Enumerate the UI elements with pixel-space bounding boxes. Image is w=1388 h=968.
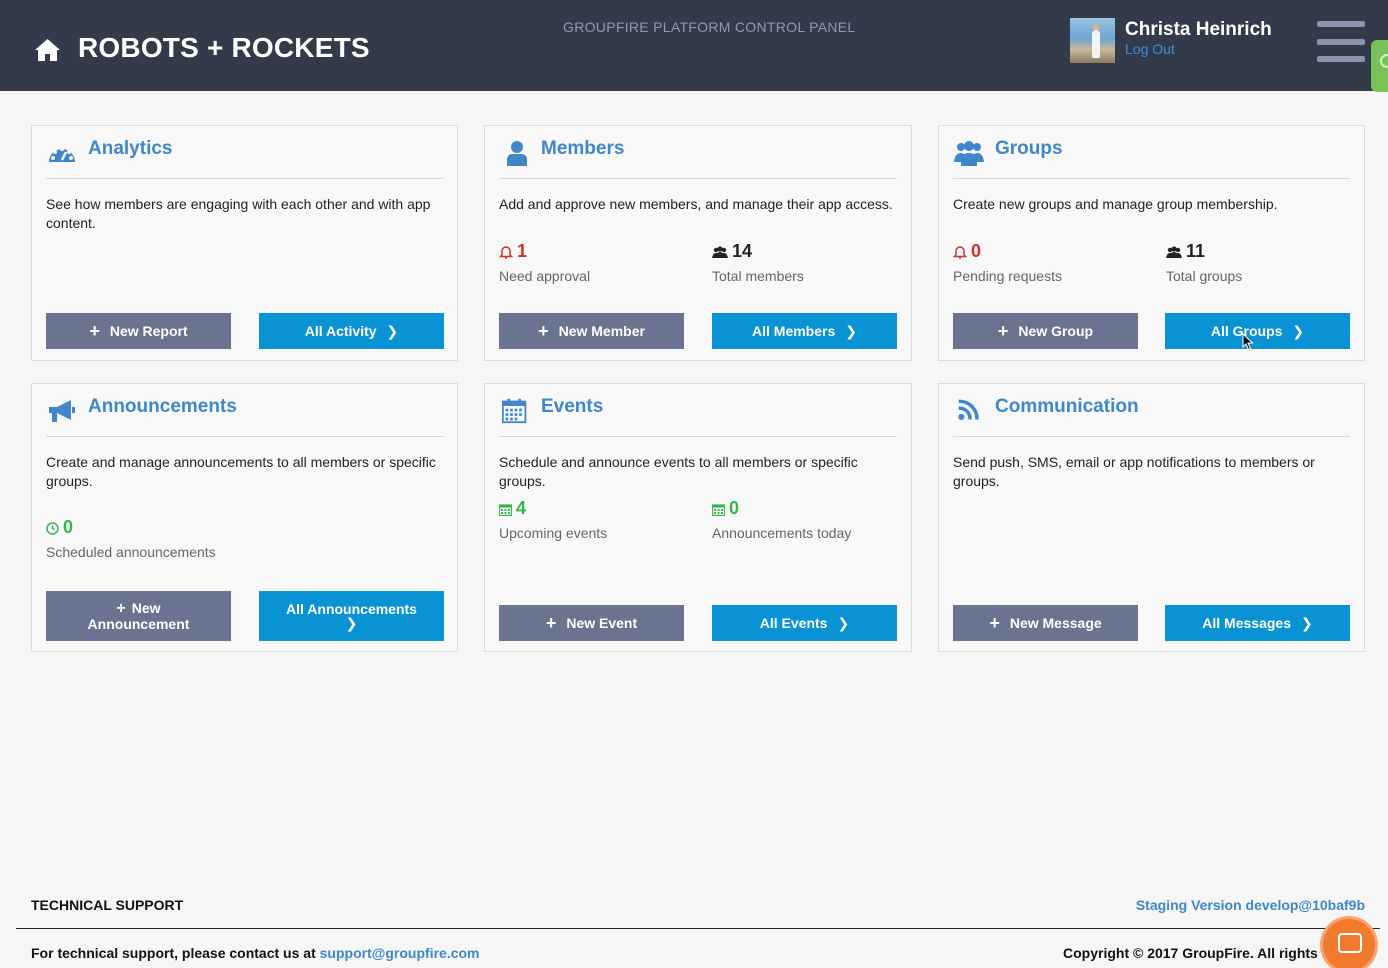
all-members-button[interactable]: All Members ❯ — [712, 313, 897, 349]
all-activity-button[interactable]: All Activity ❯ — [259, 313, 444, 349]
mouse-cursor-icon — [1242, 333, 1254, 351]
need-approval-stat: 1 Need approval — [499, 241, 591, 284]
footer-divider — [16, 928, 1380, 929]
avatar[interactable] — [1070, 18, 1115, 63]
hamburger-menu-icon[interactable] — [1317, 21, 1365, 63]
bell-icon — [499, 246, 513, 260]
all-groups-button[interactable]: All Groups ❯ — [1165, 313, 1350, 349]
logout-link[interactable]: Log Out — [1125, 41, 1175, 57]
card-header: Analytics — [46, 126, 443, 179]
card-description: Add and approve new members, and manage … — [499, 196, 893, 212]
brand-title[interactable]: ROBOTS + ROCKETS — [78, 32, 370, 64]
total-groups-stat: 11 Total groups — [1166, 241, 1243, 284]
chat-launcher-icon[interactable] — [1320, 916, 1378, 968]
users-group-icon — [954, 141, 984, 166]
users-icon — [712, 246, 728, 258]
all-messages-button[interactable]: All Messages ❯ — [1165, 605, 1350, 641]
feedback-tab[interactable] — [1371, 40, 1388, 92]
card-title[interactable]: Announcements — [88, 396, 237, 418]
bell-icon — [953, 246, 967, 260]
card-header: Events — [499, 384, 897, 437]
copyright-text: Copyright © 2017 GroupFire. All rights r… — [1063, 945, 1323, 961]
card-description: Create new groups and manage group membe… — [953, 196, 1278, 212]
version-label: Staging Version develop@10baf9b — [1135, 897, 1365, 913]
clock-icon — [46, 522, 59, 535]
card-title[interactable]: Groups — [995, 138, 1063, 160]
card-header: Communication — [953, 384, 1350, 437]
new-member-button[interactable]: + New Member — [499, 313, 684, 349]
card-header: Groups — [953, 126, 1350, 179]
chevron-right-icon: ❯ — [845, 322, 857, 339]
plus-icon: + — [989, 613, 1000, 633]
card-description: Send push, SMS, email or app notificatio… — [953, 454, 1315, 489]
new-event-button[interactable]: + New Event — [499, 605, 684, 641]
megaphone-icon — [49, 400, 75, 422]
card-description: Schedule and announce events to all memb… — [499, 454, 858, 489]
upcoming-events-stat: 4 Upcoming events — [499, 498, 608, 541]
rss-feed-icon — [958, 399, 979, 420]
card-description: Create and manage announcements to all m… — [46, 454, 436, 489]
support-text: For technical support, please contact us… — [31, 945, 480, 961]
card-title[interactable]: Communication — [995, 396, 1139, 418]
scheduled-announcements-stat: 0 Scheduled announcements — [46, 517, 216, 560]
card-title[interactable]: Members — [541, 138, 624, 160]
dashboard-gauge-icon — [49, 147, 75, 162]
groups-card: Groups Create new groups and manage grou… — [938, 125, 1365, 361]
all-announcements-button[interactable]: All Announcements ❯ — [259, 591, 444, 641]
new-announcement-button[interactable]: + New Announcement — [46, 591, 231, 641]
chevron-right-icon: ❯ — [345, 615, 358, 631]
calendar-icon — [499, 504, 512, 516]
calendar-icon — [712, 504, 725, 516]
card-title[interactable]: Events — [541, 396, 603, 418]
user-name: Christa Heinrich — [1125, 19, 1272, 40]
pending-requests-stat: 0 Pending requests — [953, 241, 1062, 284]
card-title[interactable]: Analytics — [88, 138, 172, 160]
card-header: Members — [499, 126, 897, 179]
chevron-right-icon: ❯ — [386, 322, 399, 339]
card-header: Announcements — [46, 384, 443, 437]
plus-icon: + — [538, 321, 549, 341]
new-group-button[interactable]: + New Group — [953, 313, 1138, 349]
total-members-stat: 14 Total members — [712, 241, 804, 284]
card-description: See how members are engaging with each o… — [46, 196, 431, 231]
chevron-right-icon: ❯ — [1300, 614, 1313, 631]
announcements-card: Announcements Create and manage announce… — [31, 383, 458, 652]
plus-icon: + — [116, 600, 126, 617]
chevron-right-icon: ❯ — [837, 614, 850, 631]
calendar-icon — [502, 398, 527, 424]
top-header: ROBOTS + ROCKETS GROUPFIRE PLATFORM CONT… — [0, 0, 1388, 92]
support-email-link[interactable]: support@groupfire.com — [320, 945, 480, 961]
home-icon[interactable] — [34, 38, 61, 62]
members-card: Members Add and approve new members, and… — [484, 125, 912, 361]
analytics-card: Analytics See how members are engaging w… — [31, 125, 458, 361]
communication-card: Communication Send push, SMS, email or a… — [938, 383, 1365, 652]
user-icon — [507, 141, 527, 166]
plus-icon: + — [89, 321, 100, 341]
plus-icon: + — [997, 321, 1009, 341]
new-report-button[interactable]: + New Report — [46, 313, 231, 349]
plus-icon: + — [545, 613, 557, 633]
events-card: Events Schedule and announce events to a… — [484, 383, 912, 652]
new-message-button[interactable]: + New Message — [953, 605, 1138, 641]
announcements-today-stat: 0 Announcements today — [712, 498, 852, 541]
users-icon — [1166, 246, 1182, 258]
chevron-right-icon: ❯ — [1292, 322, 1305, 339]
technical-support-heading: TECHNICAL SUPPORT — [31, 897, 184, 913]
all-events-button[interactable]: All Events ❯ — [712, 605, 897, 641]
platform-title: GROUPFIRE PLATFORM CONTROL PANEL — [563, 19, 856, 35]
